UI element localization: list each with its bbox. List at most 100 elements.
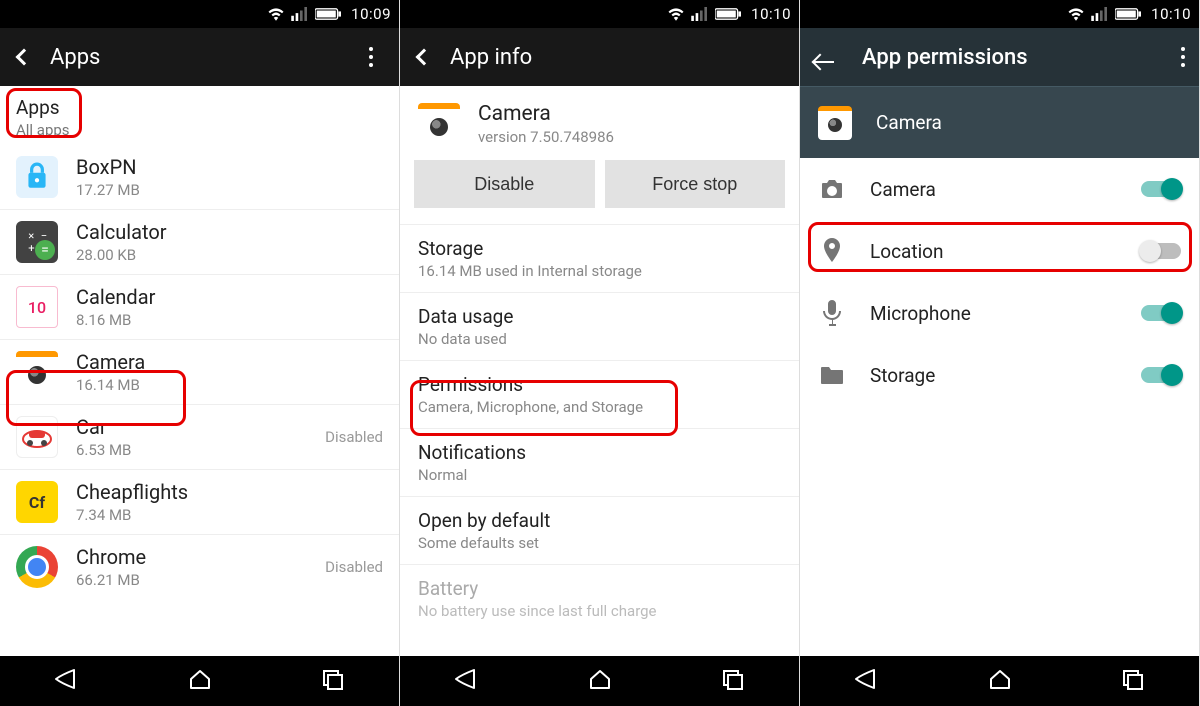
app-size: 7.34 MB [76, 506, 383, 524]
status-bar: 10:09 [0, 0, 399, 28]
nav-recent-icon[interactable] [721, 668, 745, 694]
perm-label: Storage [870, 364, 1117, 387]
screen-apps: 10:09 Apps Apps All apps BoxPN 17.27 MB … [0, 0, 400, 706]
row-notifications[interactable]: Notifications Normal [400, 428, 799, 496]
signal-icon [691, 7, 709, 21]
app-row-camera[interactable]: Camera 16.14 MB [0, 340, 399, 405]
battery-icon [1115, 7, 1141, 21]
boxpn-icon [16, 156, 58, 198]
apps-list: Apps All apps BoxPN 17.27 MB ×−+ = Calcu… [0, 86, 399, 656]
perm-toggle[interactable] [1141, 367, 1181, 383]
nav-recent-icon[interactable] [321, 668, 345, 694]
perm-label: Camera [870, 178, 1117, 201]
car-icon [16, 416, 58, 458]
row-storage[interactable]: Storage 16.14 MB used in Internal storag… [400, 224, 799, 292]
signal-icon [291, 7, 309, 21]
permissions-list: Camera Location Microphone Storage [800, 158, 1199, 656]
page-title: Apps [50, 45, 337, 70]
back-icon[interactable] [8, 40, 36, 75]
nav-home-icon[interactable] [188, 668, 212, 694]
disable-button[interactable]: Disable [414, 160, 595, 208]
app-size: 16.14 MB [76, 376, 383, 394]
app-info-header: Camera version 7.50.748986 [400, 86, 799, 160]
microphone-perm-icon [818, 300, 846, 326]
app-size: 17.27 MB [76, 181, 383, 199]
overflow-menu-icon[interactable] [351, 47, 391, 67]
app-status: Disabled [325, 558, 383, 576]
camera-icon [418, 103, 460, 145]
camera-perm-icon [818, 178, 846, 200]
button-row: Disable Force stop [400, 160, 799, 224]
page-title: App permissions [862, 45, 1153, 70]
status-time: 10:10 [1151, 5, 1191, 23]
toolbar: App permissions [800, 28, 1199, 86]
row-data-usage[interactable]: Data usage No data used [400, 292, 799, 360]
category-subtitle: All apps [16, 121, 383, 139]
perm-toggle[interactable] [1141, 305, 1181, 321]
perm-toggle[interactable] [1141, 181, 1181, 197]
nav-bar [400, 656, 799, 706]
screen-app-info: 10:10 App info Camera version 7.50.74898… [400, 0, 800, 706]
row-permissions[interactable]: Permissions Camera, Microphone, and Stor… [400, 360, 799, 428]
screen-app-permissions: 10:10 App permissions Camera Camera Loca… [800, 0, 1200, 706]
signal-icon [1091, 7, 1109, 21]
battery-icon [715, 7, 741, 21]
perm-row-location[interactable]: Location [800, 220, 1199, 282]
nav-back-icon[interactable] [54, 668, 80, 694]
svg-text:+: + [28, 242, 34, 255]
app-size: 66.21 MB [76, 571, 307, 589]
wifi-icon [667, 7, 685, 21]
app-size: 8.16 MB [76, 311, 383, 329]
app-name: Camera [478, 102, 614, 126]
apps-category-header[interactable]: Apps All apps [0, 86, 399, 145]
app-name: Cheapflights [76, 480, 383, 504]
app-row-chrome[interactable]: Chrome 66.21 MB Disabled [0, 535, 399, 599]
wifi-icon [1067, 7, 1085, 21]
nav-back-icon[interactable] [454, 668, 480, 694]
force-stop-button[interactable]: Force stop [605, 160, 786, 208]
calculator-icon: ×−+ = [16, 221, 58, 263]
app-size: 28.00 KB [76, 246, 383, 264]
perm-row-microphone[interactable]: Microphone [800, 282, 1199, 344]
battery-icon [315, 7, 341, 21]
nav-back-icon[interactable] [854, 668, 880, 694]
location-perm-icon [818, 238, 846, 264]
app-version: version 7.50.748986 [478, 128, 614, 146]
category-title: Apps [16, 96, 383, 119]
permissions-app-header: Camera [800, 86, 1199, 158]
camera-icon [16, 351, 58, 393]
app-row-cheapflights[interactable]: Cf Cheapflights 7.34 MB [0, 470, 399, 535]
app-row-boxpn[interactable]: BoxPN 17.27 MB [0, 145, 399, 210]
cheapflights-icon: Cf [16, 481, 58, 523]
app-row-car[interactable]: Car 6.53 MB Disabled [0, 405, 399, 470]
nav-home-icon[interactable] [988, 668, 1012, 694]
row-battery[interactable]: Battery No battery use since last full c… [400, 564, 799, 632]
app-row-calendar[interactable]: 10 Calendar 8.16 MB [0, 275, 399, 340]
nav-bar [800, 656, 1199, 706]
action-bar: Apps [0, 28, 399, 86]
nav-recent-icon[interactable] [1121, 668, 1145, 694]
action-bar: App info [400, 28, 799, 86]
perm-label: Location [870, 240, 1117, 263]
back-icon[interactable] [408, 40, 436, 75]
nav-home-icon[interactable] [588, 668, 612, 694]
wifi-icon [267, 7, 285, 21]
app-row-calculator[interactable]: ×−+ = Calculator 28.00 KB [0, 210, 399, 275]
perm-toggle[interactable] [1141, 243, 1181, 259]
status-time: 10:10 [751, 5, 791, 23]
status-time: 10:09 [351, 5, 391, 23]
app-status: Disabled [325, 428, 383, 446]
perm-row-storage[interactable]: Storage [800, 344, 1199, 406]
app-info-content: Camera version 7.50.748986 Disable Force… [400, 86, 799, 656]
back-arrow-icon[interactable] [808, 42, 840, 73]
storage-perm-icon [818, 365, 846, 385]
perm-row-camera[interactable]: Camera [800, 158, 1199, 220]
app-name: Car [76, 415, 307, 439]
calendar-icon: 10 [16, 286, 58, 328]
nav-bar [0, 656, 399, 706]
row-open-by-default[interactable]: Open by default Some defaults set [400, 496, 799, 564]
app-name: Camera [76, 350, 383, 374]
page-title: App info [450, 45, 791, 70]
overflow-menu-icon[interactable] [1175, 47, 1191, 67]
camera-icon [818, 106, 852, 140]
